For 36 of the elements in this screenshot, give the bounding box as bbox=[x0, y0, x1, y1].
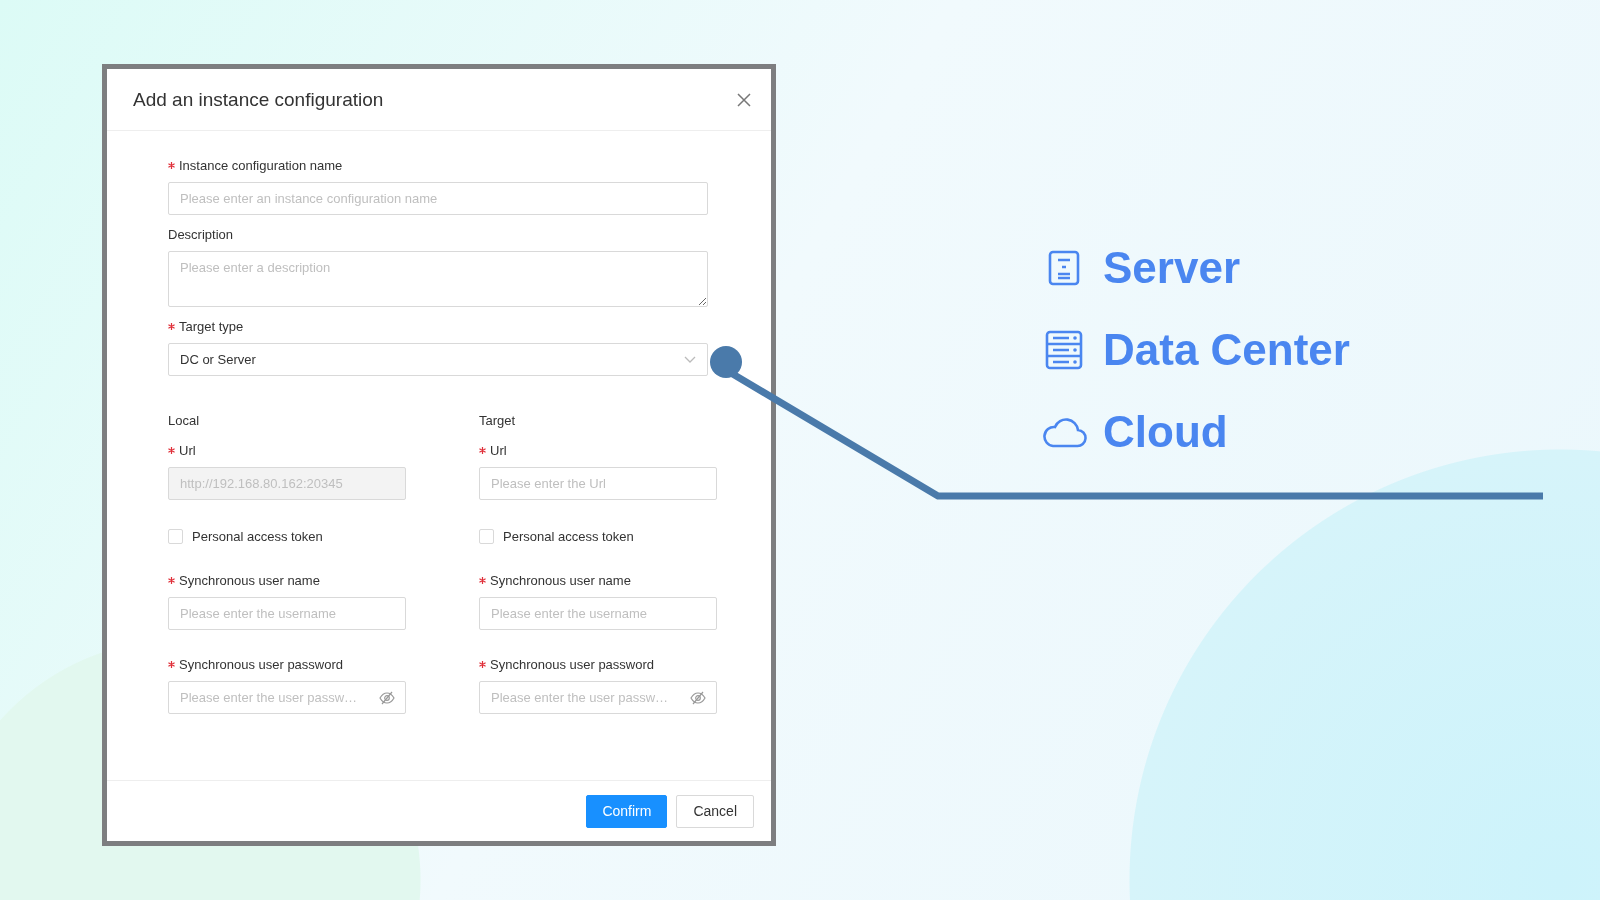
field-label: Synchronous user password bbox=[490, 656, 655, 672]
field-label: Url bbox=[179, 442, 196, 458]
dropdown-value: DC or Server bbox=[180, 352, 256, 367]
section-heading: Local bbox=[168, 413, 200, 430]
eye-hidden-icon bbox=[690, 691, 706, 705]
username-field[interactable]: Please enter the username bbox=[168, 597, 406, 630]
text-area[interactable]: Please enter a description bbox=[168, 251, 708, 307]
password-field[interactable]: Please enter the user passw… bbox=[479, 681, 717, 714]
cloud-icon bbox=[1041, 415, 1087, 449]
checkbox[interactable] bbox=[168, 528, 183, 544]
checkbox-label: Personal access token bbox=[503, 528, 634, 544]
input-field[interactable]: Please enter an instance configuration name bbox=[168, 182, 708, 215]
server-rack-icon bbox=[1045, 330, 1083, 370]
field-label: Synchronous user name bbox=[179, 572, 320, 588]
field-label: Instance configuration name bbox=[179, 157, 343, 173]
target-type-label: Cloud bbox=[1103, 407, 1228, 457]
target-type-label: Server bbox=[1103, 243, 1240, 293]
dropdown[interactable]: DC or Server bbox=[168, 343, 708, 376]
cancel-button[interactable]: Cancel bbox=[676, 794, 754, 828]
field-label: Target type bbox=[179, 318, 244, 334]
target-type-label: Data Center bbox=[1103, 325, 1350, 375]
field-label: Url bbox=[490, 442, 507, 458]
checkbox[interactable] bbox=[479, 528, 494, 544]
password-field[interactable]: Please enter the user passw… bbox=[168, 681, 406, 714]
chevron-icon bbox=[684, 355, 696, 364]
close-icon[interactable] bbox=[737, 92, 751, 107]
eye-hidden-icon bbox=[379, 691, 395, 705]
username-field[interactable]: Please enter the username bbox=[479, 597, 717, 630]
server-icon bbox=[1047, 250, 1081, 286]
url-field[interactable]: Please enter the Url bbox=[479, 467, 717, 500]
checkbox-label: Personal access token bbox=[192, 528, 323, 544]
field-label: Synchronous user name bbox=[490, 572, 631, 588]
field-label: Description bbox=[168, 226, 234, 242]
dialog-title: Add an instance configuration bbox=[133, 88, 384, 111]
section-heading: Target bbox=[479, 413, 516, 430]
field-label: Synchronous user password bbox=[179, 656, 344, 672]
